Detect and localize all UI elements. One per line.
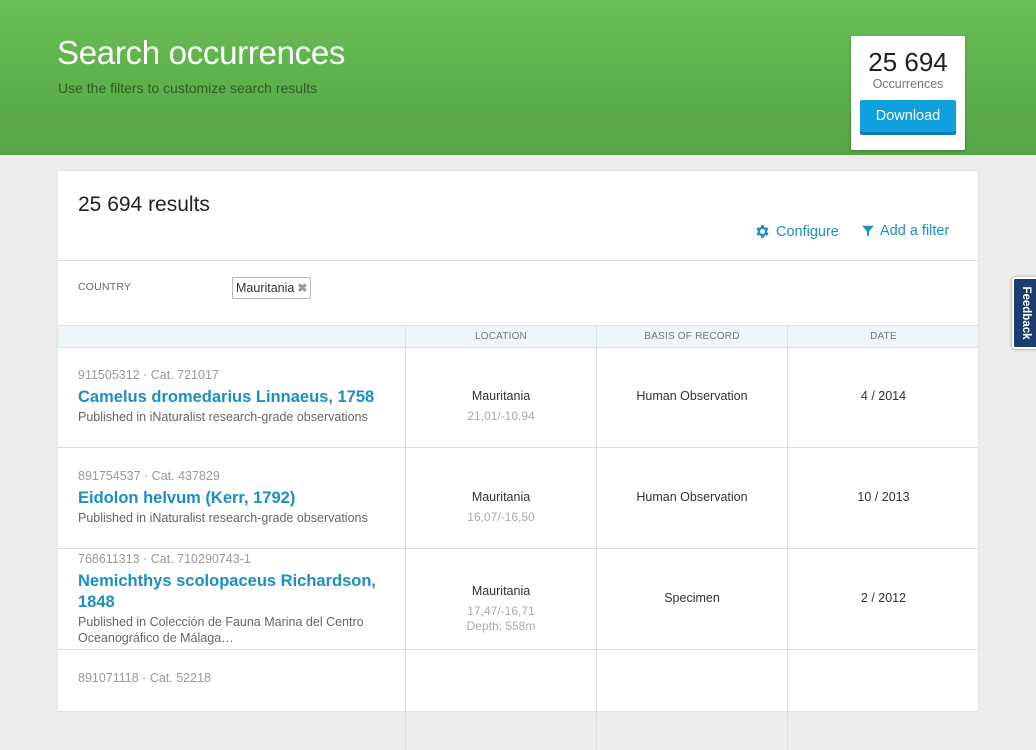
filter-chip-value: Mauritania: [236, 281, 295, 295]
add-filter-link[interactable]: Add a filter: [861, 223, 949, 239]
table-header: LOCATION BASIS OF RECORD DATE: [58, 325, 978, 348]
species-name-link[interactable]: Nemichthys scolopaceus Richardson, 1848: [78, 571, 398, 613]
basis-of-record: Human Observation: [636, 389, 748, 403]
feedback-tab[interactable]: Feedback: [1012, 277, 1036, 349]
download-button[interactable]: Download: [860, 100, 956, 132]
date-cell: [787, 650, 979, 750]
occurrence-cell: 768611313 · Cat. 710290743-1 Nemichthys …: [58, 549, 405, 649]
location-country: Mauritania: [471, 490, 531, 504]
location-coordinates: 16,07/-16,50: [467, 510, 535, 524]
species-name-link[interactable]: Eidolon helvum (Kerr, 1792): [78, 488, 398, 509]
column-header-occurrence: [58, 326, 405, 347]
record-date: 10 / 2013: [857, 490, 910, 504]
occurrence-count-label: Occurrences: [872, 77, 944, 91]
location-country: Mauritania: [471, 389, 531, 403]
occurrence-cell: 891754537 · Cat. 437829 Eidolon helvum (…: [58, 448, 405, 548]
location-depth: Depth: 558m: [466, 619, 536, 633]
occurrence-cell: 891071118 · Cat. 52218: [58, 650, 405, 750]
table-row[interactable]: 911505312 · Cat. 721017 Camelus dromedar…: [58, 347, 978, 448]
results-count: 25 694 results: [78, 193, 210, 216]
location-country: Mauritania: [471, 584, 531, 598]
feedback-label: Feedback: [1020, 286, 1032, 340]
basis-of-record: Human Observation: [636, 490, 748, 504]
location-coordinates: 17,47/-16,71: [467, 604, 535, 618]
filter-chip-country[interactable]: Mauritania ✖: [232, 277, 312, 299]
funnel-icon: [861, 224, 875, 238]
occurrence-id: 911505312 · Cat. 721017: [78, 368, 219, 382]
basis-cell: [596, 650, 787, 750]
occurrence-count: 25 694: [868, 47, 948, 77]
occurrence-cell: 911505312 · Cat. 721017 Camelus dromedar…: [58, 347, 405, 447]
date-cell: 2 / 2012: [787, 549, 979, 649]
species-name-link[interactable]: Camelus dromedarius Linnaeus, 1758: [78, 387, 398, 408]
location-cell: [405, 650, 596, 750]
location-cell: Mauritania 16,07/-16,50: [405, 448, 596, 548]
record-date: 4 / 2014: [860, 389, 907, 403]
location-cell: Mauritania 17,47/-16,71 Depth: 558m: [405, 549, 596, 649]
column-header-basis-of-record: BASIS OF RECORD: [596, 326, 787, 347]
location-cell: Mauritania 21,01/-10,94: [405, 347, 596, 447]
configure-link[interactable]: Configure: [754, 223, 839, 240]
dataset-publisher: Published in Colección de Fauna Marina d…: [78, 615, 364, 645]
basis-cell: Human Observation: [596, 448, 787, 548]
basis-cell: Human Observation: [596, 347, 787, 447]
occurrence-count-card: 25 694 Occurrences Download: [851, 36, 965, 150]
record-date: 2 / 2012: [860, 591, 907, 605]
date-cell: 4 / 2014: [787, 347, 979, 447]
basis-of-record: Specimen: [664, 591, 720, 605]
table-row[interactable]: 891071118 · Cat. 52218: [58, 650, 978, 750]
configure-label: Configure: [776, 223, 839, 240]
dataset-publisher: Published in iNaturalist research-grade …: [78, 410, 368, 424]
gear-icon: [754, 223, 771, 240]
basis-cell: Specimen: [596, 549, 787, 649]
column-header-date: DATE: [787, 326, 979, 347]
page-title: Search occurrences: [57, 34, 346, 71]
date-cell: 10 / 2013: [787, 448, 979, 548]
active-filters: COUNTRY Mauritania ✖: [58, 260, 978, 326]
close-icon[interactable]: ✖: [297, 278, 307, 298]
table-row[interactable]: 768611313 · Cat. 710290743-1 Nemichthys …: [58, 549, 978, 650]
column-header-location: LOCATION: [405, 326, 596, 347]
location-coordinates: 21,01/-10,94: [467, 409, 535, 423]
dataset-publisher: Published in iNaturalist research-grade …: [78, 511, 368, 525]
filter-label-country: COUNTRY: [78, 281, 132, 293]
page-subtitle: Use the filters to customize search resu…: [58, 80, 318, 96]
occurrence-id: 891754537 · Cat. 437829: [78, 469, 220, 483]
add-filter-label: Add a filter: [880, 223, 950, 239]
occurrence-id: 768611313 · Cat. 710290743-1: [78, 552, 251, 566]
table-row[interactable]: 891754537 · Cat. 437829 Eidolon helvum (…: [58, 448, 978, 549]
results-panel: 25 694 results Configure Add a filter CO…: [58, 171, 978, 750]
occurrence-id: 891071118 · Cat. 52218: [78, 671, 211, 685]
